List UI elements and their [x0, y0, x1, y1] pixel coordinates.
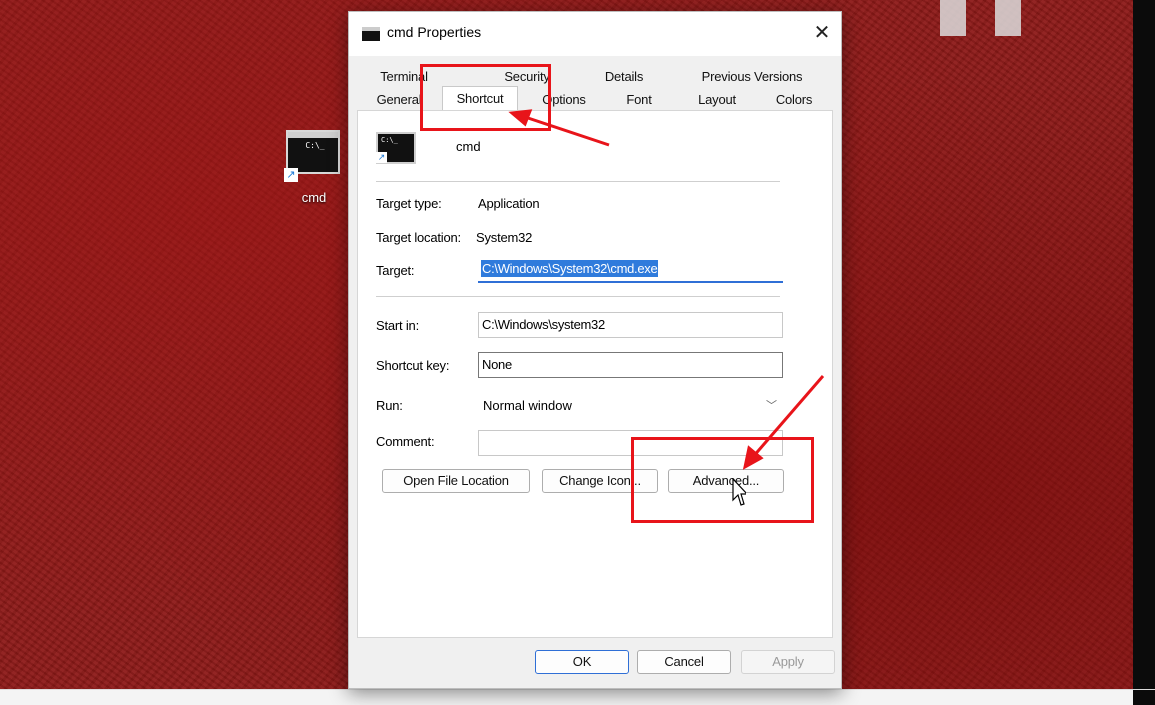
mouse-cursor-icon: [732, 478, 746, 506]
red-arrow-icon: [508, 109, 825, 470]
